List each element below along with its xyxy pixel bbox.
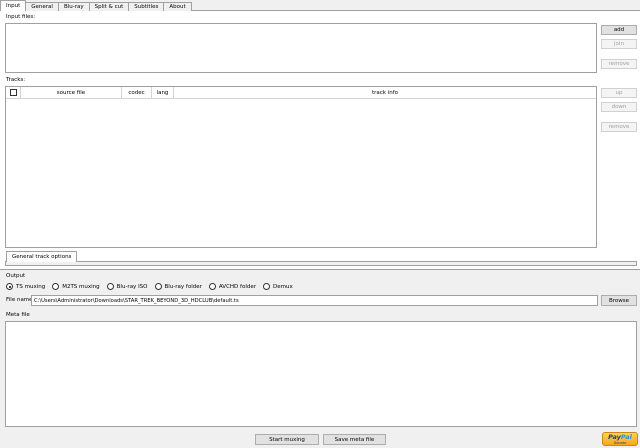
output-label: Output: [6, 273, 26, 279]
tab-input-label: Input: [6, 3, 21, 9]
remove-file-button[interactable]: remove: [601, 59, 637, 69]
remove-track-button[interactable]: remove: [601, 122, 637, 132]
main-tabs: Input General Blu-ray Split & cut Subtit…: [0, 0, 192, 11]
select-all-cell: [6, 87, 21, 98]
tab-about-label: About: [169, 4, 186, 10]
tab-input[interactable]: Input: [0, 0, 27, 11]
add-button[interactable]: add: [601, 25, 637, 35]
paypal-logo-pal: Pal: [620, 432, 632, 441]
radio-blu-ray-folder[interactable]: Blu-ray folder: [154, 283, 202, 290]
browse-button[interactable]: Browse: [601, 295, 637, 306]
tracks-table-header: source file codec lang track info: [6, 87, 596, 99]
tab-blu-ray[interactable]: Blu-ray: [57, 2, 90, 11]
tab-split-cut[interactable]: Split & cut: [88, 2, 130, 11]
paypal-logo-pay: Pay: [608, 432, 621, 441]
tab-general-track-options-label: General track options: [12, 254, 72, 260]
tab-split-cut-label: Split & cut: [94, 4, 124, 10]
radio-blu-ray-iso-label: Blu-ray ISO: [116, 283, 148, 290]
tab-subtitles[interactable]: Subtitles: [128, 2, 165, 11]
radio-demux-label: Demux: [273, 283, 293, 290]
tab-general[interactable]: General: [25, 2, 59, 11]
radio-ts-muxing[interactable]: TS muxing: [6, 283, 45, 290]
tab-general-track-options[interactable]: General track options: [6, 251, 78, 262]
column-track-info[interactable]: track info: [174, 87, 596, 98]
browse-button-label: Browse: [608, 297, 630, 304]
radio-blu-ray-iso[interactable]: Blu-ray ISO: [106, 283, 148, 290]
radio-demux[interactable]: Demux: [263, 283, 293, 290]
remove-file-button-label: remove: [608, 61, 630, 67]
paypal-logo: PayPal: [608, 432, 632, 441]
radio-indicator: [106, 283, 114, 290]
file-name-value: C:\Users\Administrator\Downloads\STAR_TR…: [34, 297, 239, 304]
up-button[interactable]: up: [601, 88, 637, 98]
up-button-label: up: [615, 90, 623, 96]
column-lang-label: lang: [156, 89, 169, 96]
column-source-file-label: source file: [56, 89, 86, 96]
track-options-panel: [5, 262, 637, 266]
tab-blu-ray-label: Blu-ray: [63, 4, 84, 10]
column-track-info-label: track info: [371, 89, 399, 96]
start-muxing-button-label: Start muxing: [269, 436, 305, 443]
down-button-label: down: [611, 104, 627, 110]
radio-indicator: [6, 283, 13, 290]
input-files-label: Input files:: [6, 14, 36, 20]
radio-m2ts-muxing[interactable]: M2TS muxing: [52, 283, 100, 290]
column-lang[interactable]: lang: [152, 87, 174, 98]
save-meta-file-button[interactable]: Save meta file: [323, 434, 386, 445]
radio-indicator: [154, 283, 162, 290]
join-button-label: join: [614, 41, 624, 47]
radio-ts-muxing-label: TS muxing: [16, 283, 46, 290]
tracks-label: Tracks:: [6, 77, 26, 83]
file-name-input[interactable]: C:\Users\Administrator\Downloads\STAR_TR…: [31, 295, 598, 306]
remove-track-button-label: remove: [608, 124, 630, 130]
paypal-donate-label: Donate: [613, 440, 627, 445]
radio-m2ts-muxing-label: M2TS muxing: [62, 283, 100, 290]
column-source-file[interactable]: source file: [21, 87, 122, 98]
output-separator: [0, 269, 640, 270]
file-name-label: File name: [6, 297, 33, 303]
start-muxing-button[interactable]: Start muxing: [255, 434, 319, 445]
save-meta-file-button-label: Save meta file: [334, 436, 375, 443]
tab-about[interactable]: About: [163, 2, 192, 11]
add-button-label: add: [613, 27, 625, 33]
radio-avchd-folder[interactable]: AVCHD folder: [208, 283, 256, 290]
down-button[interactable]: down: [601, 102, 637, 112]
radio-blu-ray-folder-label: Blu-ray folder: [164, 283, 202, 290]
select-all-checkbox[interactable]: [9, 89, 17, 96]
paypal-donate-button[interactable]: PayPal Donate: [602, 432, 638, 446]
meta-file-label: Meta file: [6, 312, 30, 318]
radio-avchd-folder-label: AVCHD folder: [218, 283, 256, 290]
radio-indicator: [52, 283, 60, 290]
radio-indicator: [263, 283, 270, 290]
meta-file-textarea[interactable]: [5, 321, 637, 427]
radio-indicator: [208, 283, 216, 290]
join-button[interactable]: join: [601, 39, 637, 49]
input-files-list[interactable]: [5, 23, 597, 73]
column-codec[interactable]: codec: [122, 87, 152, 98]
tab-general-label: General: [31, 4, 53, 10]
column-codec-label: codec: [128, 89, 145, 96]
output-mode-group: TS muxing M2TS muxing Blu-ray ISO Blu-ra…: [6, 283, 300, 290]
tab-subtitles-label: Subtitles: [134, 4, 159, 10]
tracks-table[interactable]: source file codec lang track info: [5, 86, 597, 248]
